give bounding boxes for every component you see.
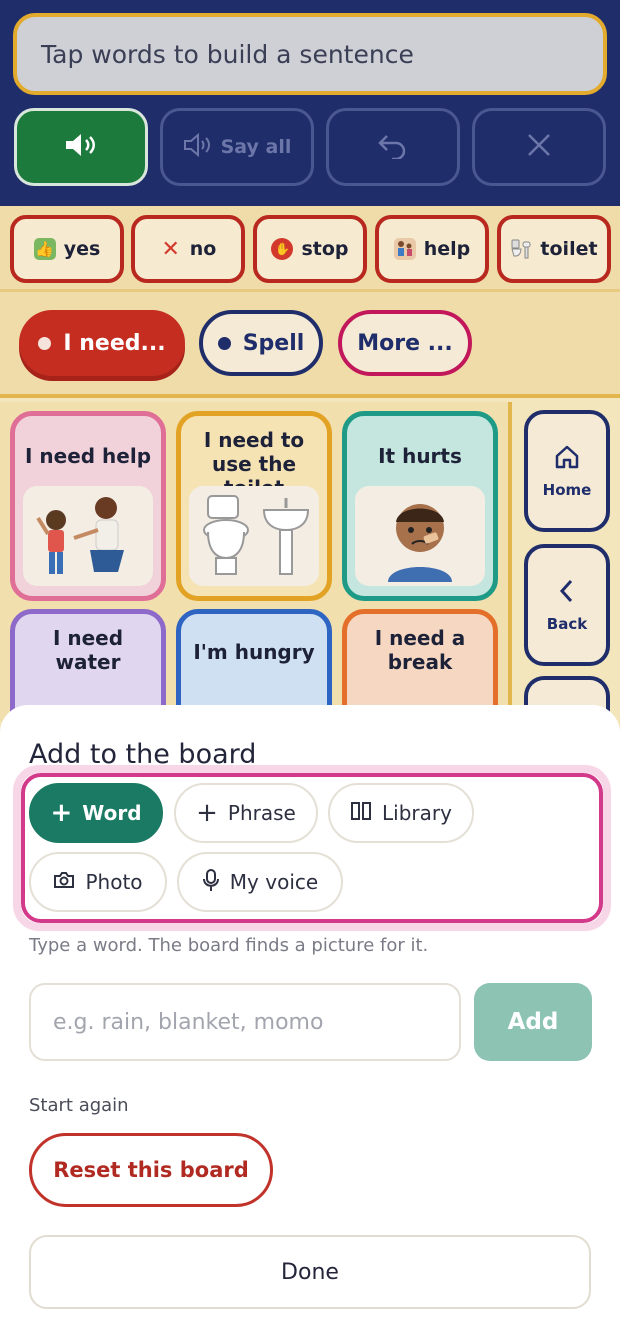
x-mark-icon: ✕ xyxy=(161,236,180,262)
quick-word-stop[interactable]: ✋ stop xyxy=(253,215,367,283)
option-word[interactable]: + Word xyxy=(29,783,163,843)
quick-word-label: help xyxy=(423,238,471,260)
library-icon xyxy=(350,801,372,826)
tile-label: I need water xyxy=(52,626,124,674)
add-button[interactable]: Add xyxy=(474,983,592,1061)
category-label: Spell xyxy=(242,330,305,356)
tile-i-need-help[interactable]: I need help xyxy=(10,411,166,601)
say-all-button[interactable]: Say all xyxy=(160,108,314,186)
category-i-need[interactable]: I need... xyxy=(19,310,185,376)
quick-word-label: stop xyxy=(301,238,349,260)
category-spell[interactable]: Spell xyxy=(199,310,323,376)
start-again-label: Start again xyxy=(29,1095,129,1116)
category-label: I need... xyxy=(63,330,166,356)
top-bar: Tap words to build a sentence Say all xyxy=(0,0,620,206)
speak-button[interactable] xyxy=(14,108,148,186)
quick-word-label: toilet xyxy=(540,238,598,260)
undo-icon xyxy=(377,131,409,164)
quick-word-label: yes xyxy=(63,238,101,260)
quick-word-no[interactable]: ✕ no xyxy=(131,215,245,283)
undo-button[interactable] xyxy=(326,108,460,186)
tile-label: I need a break xyxy=(374,626,466,674)
option-my-voice[interactable]: My voice xyxy=(177,852,343,912)
speaker-icon xyxy=(183,132,213,162)
tile-label: I need help xyxy=(24,444,152,468)
option-label: Photo xyxy=(85,870,143,894)
sentence-bar[interactable]: Tap words to build a sentence xyxy=(13,13,607,95)
help-person-icon xyxy=(393,238,416,260)
thumbs-up-icon: 👍 xyxy=(33,238,56,260)
phrase-board: I need help I need to use the toilet It … xyxy=(0,402,512,799)
option-label: Library xyxy=(382,801,452,825)
speaker-icon xyxy=(63,131,99,164)
option-photo[interactable]: Photo xyxy=(29,852,167,912)
option-phrase[interactable]: + Phrase xyxy=(174,783,318,843)
chevron-left-icon xyxy=(555,577,579,609)
tile-label: It hurts xyxy=(378,444,462,468)
category-label: More ... xyxy=(357,330,453,356)
quick-word-label: no xyxy=(189,238,217,260)
microphone-icon xyxy=(202,868,220,897)
home-button[interactable]: Home xyxy=(524,410,610,532)
dot-icon xyxy=(38,336,52,350)
add-options-group: + Word + Phrase Library Photo My voice xyxy=(13,765,611,931)
home-icon xyxy=(553,443,581,475)
sentence-placeholder: Tap words to build a sentence xyxy=(41,39,414,69)
tile-i-need-to-use-the-toilet[interactable]: I need to use the toilet xyxy=(176,411,332,601)
option-label: My voice xyxy=(229,870,319,894)
toilet-icon xyxy=(510,238,532,260)
option-label: Phrase xyxy=(227,801,296,825)
dot-icon xyxy=(217,336,231,350)
quick-words-strip: 👍 yes ✕ no ✋ stop help toilet xyxy=(0,206,620,292)
quick-word-yes[interactable]: 👍 yes xyxy=(10,215,124,283)
done-button[interactable]: Done xyxy=(29,1235,591,1309)
home-label: Home xyxy=(542,481,592,499)
quick-word-help[interactable]: help xyxy=(375,215,489,283)
help-illustration-icon xyxy=(23,486,153,586)
plus-icon: + xyxy=(196,798,218,828)
plus-icon: + xyxy=(50,798,73,828)
category-more[interactable]: More ... xyxy=(338,310,472,376)
add-to-board-sheet: Add to the board + Word + Phrase Library xyxy=(0,705,620,1342)
clear-button[interactable] xyxy=(472,108,606,186)
tile-label: I'm hungry xyxy=(193,640,315,664)
say-all-label: Say all xyxy=(220,136,292,158)
category-row: I need... Spell More ... xyxy=(0,292,620,398)
camera-icon xyxy=(53,870,75,894)
toilet-sink-illustration-icon xyxy=(189,486,319,586)
quick-word-toilet[interactable]: toilet xyxy=(497,215,611,283)
close-icon xyxy=(526,132,552,163)
add-options-outline: + Word + Phrase Library Photo My voice xyxy=(21,773,603,923)
reset-board-button[interactable]: Reset this board xyxy=(29,1133,273,1207)
back-label: Back xyxy=(546,615,588,633)
option-library[interactable]: Library xyxy=(328,783,474,843)
hurt-child-illustration-icon xyxy=(355,486,485,586)
option-label: Word xyxy=(82,801,142,825)
back-button[interactable]: Back xyxy=(524,544,610,666)
tile-it-hurts[interactable]: It hurts xyxy=(342,411,498,601)
stop-hand-icon: ✋ xyxy=(271,238,294,260)
word-input[interactable] xyxy=(29,983,461,1061)
hint-text: Type a word. The board finds a picture f… xyxy=(29,935,429,956)
